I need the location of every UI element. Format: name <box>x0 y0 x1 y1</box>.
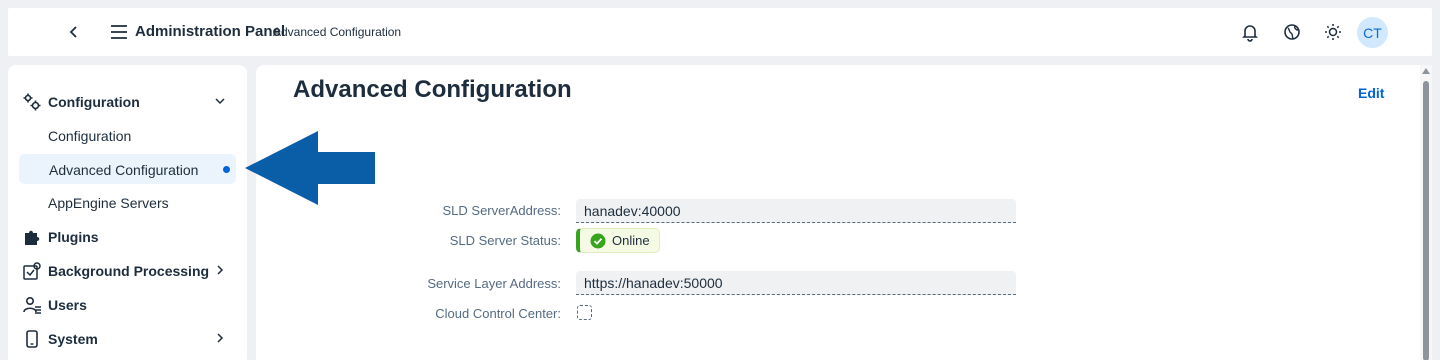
back-icon[interactable] <box>64 22 84 42</box>
service-layer-field[interactable]: https://hanadev:50000 <box>576 271 1016 295</box>
app-title: Administration Panel <box>135 23 286 40</box>
gears-icon <box>23 93 41 111</box>
scrollbar[interactable] <box>1420 65 1432 360</box>
annotation-arrow <box>245 131 375 205</box>
status-text: Online <box>612 233 650 248</box>
sidebar-item-advanced-configuration[interactable]: Advanced Configuration <box>19 154 236 184</box>
sidebar-item-label: Configuration <box>48 128 132 144</box>
sidebar-item-label: Plugins <box>48 229 99 245</box>
chevron-right-icon[interactable] <box>213 263 227 277</box>
sidebar-item-label: Background Processing <box>48 263 210 279</box>
side-navigation: Configuration Configuration Advanced Con… <box>8 65 247 360</box>
sidebar-item-appengine-servers[interactable]: AppEngine Servers <box>8 187 247 217</box>
sidebar-item-users[interactable]: Users <box>8 289 247 319</box>
status-badge: Online <box>576 228 660 253</box>
cloud-control-label: Cloud Control Center: <box>435 306 561 321</box>
service-layer-label: Service Layer Address: <box>427 276 561 291</box>
chevron-right-icon[interactable] <box>213 331 227 345</box>
page-title: Advanced Configuration <box>293 76 572 103</box>
selected-indicator <box>223 166 230 173</box>
edit-button[interactable]: Edit <box>1358 85 1384 101</box>
process-icon <box>23 262 41 280</box>
sld-status-label: SLD Server Status: <box>449 233 561 248</box>
sidebar-item-label: System <box>48 331 98 347</box>
device-icon <box>26 330 38 348</box>
cloud-control-checkbox[interactable] <box>577 305 592 320</box>
bell-icon[interactable] <box>1239 21 1261 43</box>
scroll-up-icon[interactable] <box>1422 68 1430 74</box>
sidebar-item-configuration-group[interactable]: Configuration <box>8 86 247 116</box>
sidebar-item-label: AppEngine Servers <box>48 195 169 211</box>
users-icon <box>23 296 41 314</box>
sidebar-item-label: Advanced Configuration <box>49 162 199 178</box>
chevron-down-icon[interactable] <box>213 94 227 108</box>
sidebar-item-label: Users <box>48 297 87 313</box>
sidebar-item-system[interactable]: System <box>8 323 247 353</box>
sidebar-item-plugins[interactable]: Plugins <box>8 221 247 251</box>
sld-address-label: SLD ServerAddress: <box>442 203 562 218</box>
check-circle-icon <box>590 233 606 248</box>
puzzle-icon <box>25 230 40 245</box>
menu-icon[interactable] <box>108 22 130 42</box>
sidebar-item-label: Configuration <box>48 94 140 110</box>
sidebar-item-configuration[interactable]: Configuration <box>8 120 247 150</box>
content-panel: Advanced Configuration Edit es SLD Serve… <box>256 65 1432 360</box>
scrollbar-thumb[interactable] <box>1423 81 1429 360</box>
avatar[interactable]: CT <box>1357 17 1388 48</box>
app-subtitle: Advanced Configuration <box>273 25 402 39</box>
sun-icon[interactable] <box>1322 21 1344 43</box>
sidebar-item-background-processing[interactable]: Background Processing <box>8 255 247 285</box>
shell-header: Administration Panel Advanced Configurat… <box>8 8 1432 56</box>
sld-address-field[interactable]: hanadev:40000 <box>576 199 1016 223</box>
globe-icon[interactable] <box>1281 21 1303 43</box>
